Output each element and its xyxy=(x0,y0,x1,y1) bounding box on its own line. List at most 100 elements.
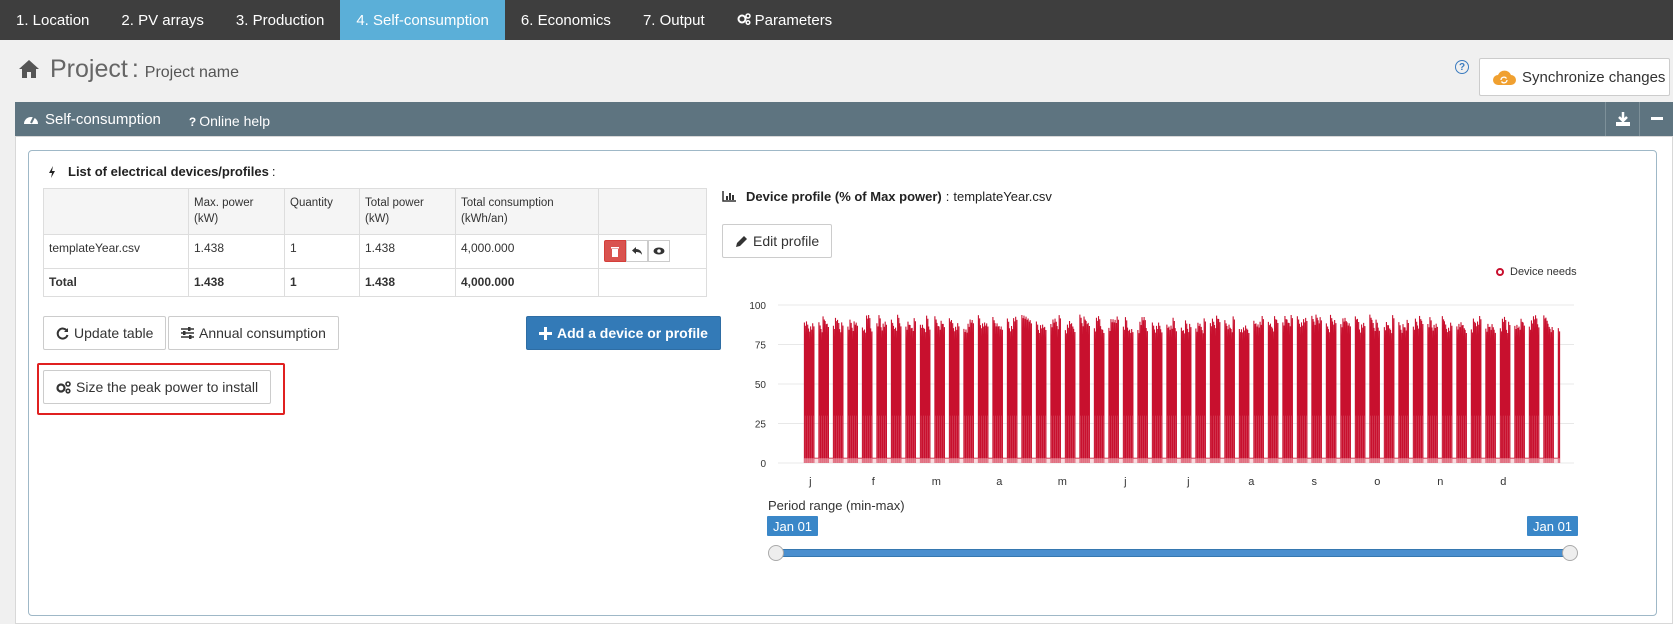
y-tick-label: 0 xyxy=(760,459,766,470)
x-tick-label: a xyxy=(1248,476,1255,488)
col-actions xyxy=(598,188,707,235)
view-button[interactable] xyxy=(648,240,670,262)
add-device-button[interactable]: Add a device or profile xyxy=(526,316,721,350)
y-tick-label: 100 xyxy=(749,301,766,312)
total-total-power: 1.438 xyxy=(359,268,456,297)
col-quantity: Quantity xyxy=(284,188,360,235)
annual-consumption-label: Annual consumption xyxy=(199,325,326,341)
tab-parameters[interactable]: Parameters xyxy=(721,0,849,40)
x-tick-label: d xyxy=(1500,476,1506,488)
device-max-power: 1.438 xyxy=(188,234,285,269)
x-tick-label: f xyxy=(872,476,876,488)
undo-button[interactable] xyxy=(626,240,648,262)
synchronize-label: Synchronize changes xyxy=(1522,68,1666,86)
home-icon[interactable] xyxy=(18,57,50,82)
period-range-slider[interactable] xyxy=(776,549,1570,557)
profile-file: templateYear.csv xyxy=(953,189,1052,204)
tab-location[interactable]: 1. Location xyxy=(0,0,105,40)
device-total-power: 1.438 xyxy=(359,234,456,269)
total-row: Total 1.438 1 1.438 4,000.000 xyxy=(43,268,707,297)
tab-label: Parameters xyxy=(754,11,833,29)
tab-self-consumption[interactable]: 4. Self-consumption xyxy=(340,0,505,40)
dashboard-icon xyxy=(24,116,38,124)
device-list-label: List of electrical devices/profiles xyxy=(68,164,269,179)
x-tick-label: a xyxy=(996,476,1003,488)
device-total-consumption: 4,000.000 xyxy=(455,234,599,269)
total-max-power: 1.438 xyxy=(188,268,285,297)
table-header-row: Max. power (kW) Quantity Total power (kW… xyxy=(43,188,707,235)
device-list-colon: : xyxy=(271,164,276,179)
tab-label: 7. Output xyxy=(642,11,705,29)
device-list-title: List of electrical devices/profiles: xyxy=(48,164,275,179)
tab-label: 1. Location xyxy=(16,11,90,29)
help-icon[interactable]: ? xyxy=(1455,60,1469,74)
collapse-button[interactable] xyxy=(1639,102,1673,136)
device-quantity: 1 xyxy=(284,234,360,269)
gears-icon xyxy=(56,380,71,394)
total-empty xyxy=(598,268,707,297)
col-name xyxy=(43,188,189,235)
delete-button[interactable] xyxy=(604,240,626,262)
tab-economics[interactable]: 6. Economics xyxy=(505,0,627,40)
download-button[interactable] xyxy=(1605,102,1639,136)
refresh-icon xyxy=(56,327,69,339)
device-name: templateYear.csv xyxy=(43,234,189,269)
online-help-link[interactable]: ? Online help xyxy=(189,113,270,129)
y-tick-label: 75 xyxy=(755,341,767,352)
synchronize-button[interactable]: Synchronize changes xyxy=(1479,58,1670,96)
x-tick-label: j xyxy=(808,476,811,488)
gears-icon xyxy=(737,12,751,28)
range-min-handle[interactable] xyxy=(768,545,784,561)
profile-separator: : xyxy=(945,189,950,204)
device-profile-chart: 0 25 50 75 100 j f m a m j j a s o n d xyxy=(749,301,1574,488)
x-tick-label: j xyxy=(1186,476,1189,488)
size-peak-power-button[interactable]: Size the peak power to install xyxy=(43,370,272,404)
period-range-label: Period range (min-max) xyxy=(768,498,905,513)
tab-pv-arrays[interactable]: 2. PV arrays xyxy=(105,0,220,40)
add-device-label: Add a device or profile xyxy=(557,325,708,341)
total-consumption: 4,000.000 xyxy=(455,268,599,297)
x-tick-label: o xyxy=(1374,476,1380,488)
edit-profile-label: Edit profile xyxy=(753,233,820,249)
update-table-button[interactable]: Update table xyxy=(43,316,167,350)
tab-label: 4. Self-consumption xyxy=(356,11,489,29)
page-title: Project xyxy=(50,55,128,83)
legend-label: Device needs xyxy=(1510,266,1577,278)
tab-production[interactable]: 3. Production xyxy=(220,0,340,40)
y-tick-label: 25 xyxy=(755,420,767,431)
annual-consumption-button[interactable]: Annual consumption xyxy=(168,316,339,350)
y-tick-label: 50 xyxy=(755,380,767,391)
top-nav: 1. Location 2. PV arrays 3. Production 4… xyxy=(0,0,1673,40)
total-quantity: 1 xyxy=(284,268,360,297)
reply-icon xyxy=(632,247,642,255)
col-max-power: Max. power (kW) xyxy=(188,188,285,235)
devices-table: Max. power (kW) Quantity Total power (kW… xyxy=(43,188,707,297)
range-min-tag: Jan 01 xyxy=(767,516,819,536)
tab-label: 2. PV arrays xyxy=(121,11,204,29)
project-header: Project : Project name xyxy=(18,55,239,91)
online-help-label: Online help xyxy=(199,113,271,129)
x-tick-label: n xyxy=(1437,476,1443,488)
panel-header: Self-consumption ? Online help xyxy=(15,102,1673,136)
bar-chart-icon xyxy=(722,191,736,202)
edit-profile-button[interactable]: Edit profile xyxy=(722,224,833,258)
x-tick-label: s xyxy=(1312,476,1318,488)
table-row: templateYear.csv 1.438 1 1.438 4,000.000 xyxy=(43,234,707,269)
tab-label: 3. Production xyxy=(235,11,325,29)
project-name: Project name xyxy=(144,64,240,81)
tab-output[interactable]: 7. Output xyxy=(627,0,721,40)
update-table-label: Update table xyxy=(74,325,154,341)
trash-icon xyxy=(611,246,619,257)
eye-icon xyxy=(653,247,665,255)
download-icon xyxy=(1615,112,1630,126)
series-baseline-fill xyxy=(804,458,1560,463)
legend-marker xyxy=(1496,268,1504,276)
project-separator: : xyxy=(131,55,139,83)
profile-title-label: Device profile (% of Max power) xyxy=(746,189,942,204)
panel-title: Self-consumption xyxy=(23,111,161,128)
total-label: Total xyxy=(43,268,189,297)
size-peak-power-label: Size the peak power to install xyxy=(76,379,259,395)
range-max-handle[interactable] xyxy=(1562,545,1578,561)
range-max-tag: Jan 01 xyxy=(1527,516,1579,536)
panel-title-label: Self-consumption xyxy=(45,110,161,128)
